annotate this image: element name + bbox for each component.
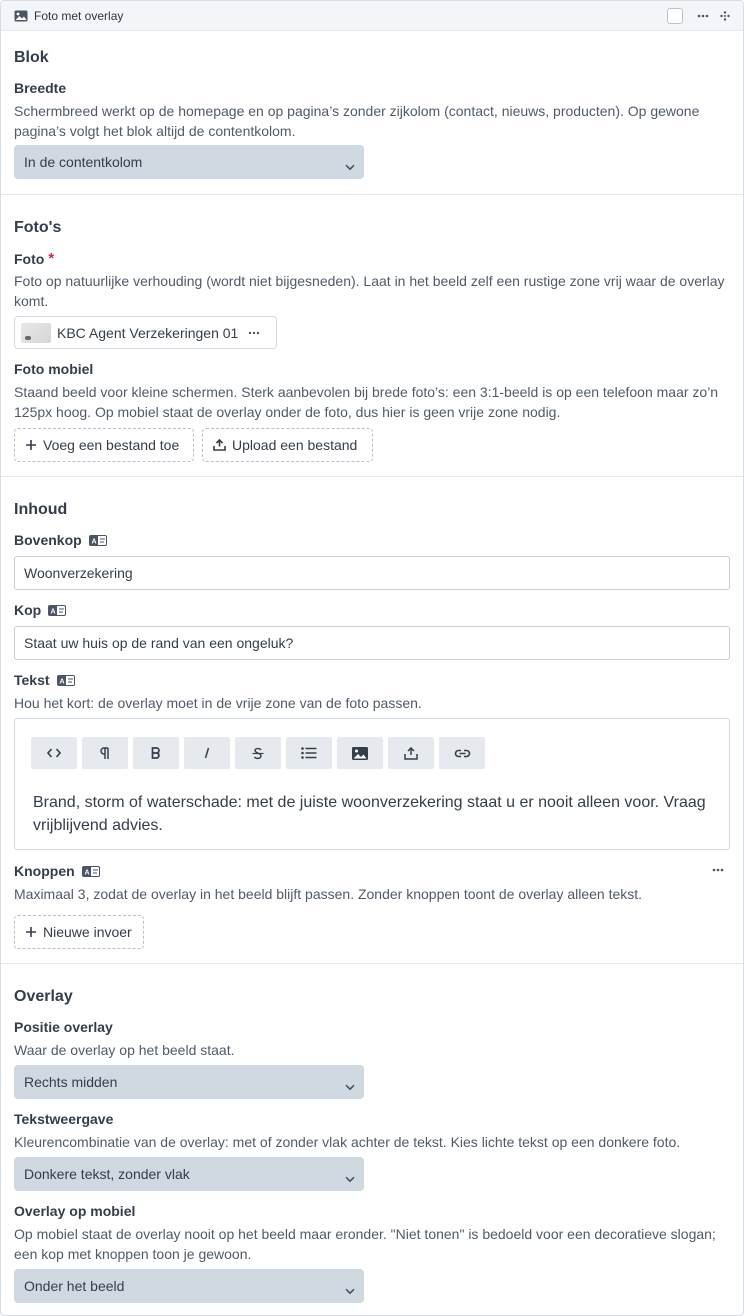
svg-text:A: A [51,608,56,615]
field-help: Kleurencombinatie van de overlay: met of… [14,1134,681,1150]
section-heading: Foto's [14,219,62,236]
select-value: In de contentkolom [24,154,143,170]
new-entry-button[interactable]: Nieuwe invoer [14,915,144,949]
chevron-down-icon [345,1170,355,1183]
input-value: Staat uw huis op de rand van een ongeluk… [24,635,294,651]
field-help: Maximaal 3, zodat de overlay in het beel… [14,886,643,902]
rich-text-editor[interactable]: Brand, storm of waterschade: met de juis… [14,718,730,850]
button-label: Upload een bestand [232,437,358,453]
translate-icon: A [81,865,100,877]
move-handle-icon[interactable] [717,8,733,24]
field-label-text: Positie overlay [14,1019,113,1035]
field-label-kop: Kop A [14,602,67,618]
field-label-text: Tekstweergave [14,1111,114,1127]
link-button[interactable] [439,737,485,769]
button-label: Voeg een bestand toe [43,437,180,453]
bovenkop-input[interactable]: Woonverzekering [14,556,730,590]
field-help: Staand beeld voor kleine schermen. Sterk… [14,384,719,420]
select-value: Onder het beeld [24,1278,125,1294]
kop-input[interactable]: Staat uw huis op de rand van een ongeluk… [14,626,730,660]
section-inhoud: Inhoud Bovenkop A Woonverzekering Kop A … [1,477,743,964]
tekstweergave-select[interactable]: Donkere tekst, zonder vlak [14,1157,364,1191]
field-label-text: Knoppen [14,863,75,879]
section-heading: Blok [14,49,49,66]
svg-text:A: A [91,538,96,545]
select-value: Donkere tekst, zonder vlak [24,1166,190,1182]
field-label-foto: Foto * [14,250,54,267]
translate-icon: A [48,604,67,616]
editor-toolbar [31,737,490,769]
upload-file-button[interactable]: Upload een bestand [202,428,373,462]
plus-icon [25,439,37,451]
chevron-down-icon [345,1282,355,1295]
field-label-text: Bovenkop [14,532,82,548]
field-label-text: Overlay op mobiel [14,1203,136,1219]
field-label-knoppen: Knoppen A [14,863,100,879]
svg-text:A: A [84,869,89,876]
field-label-text: Foto [14,250,45,267]
foto-mobiel-actions: Voeg een bestand toe Upload een bestand [14,428,373,462]
chevron-down-icon [345,1078,355,1091]
plus-icon [25,926,37,938]
translate-icon: A [88,534,107,546]
more-icon[interactable] [712,868,724,872]
block-panel: Foto met overlay Blok Breedte Schermbree… [0,0,744,1316]
field-label-text: Foto mobiel [14,361,94,377]
bold-button[interactable] [133,737,179,769]
select-value: Rechts midden [24,1074,118,1090]
field-help: Hou het kort: de overlay moet in de vrij… [14,695,422,711]
positie-select[interactable]: Rechts midden [14,1065,364,1099]
field-label-tekstweergave: Tekstweergave [14,1111,113,1127]
more-icon[interactable] [248,331,260,335]
section-blok: Blok Breedte Schermbreed werkt op de hom… [1,31,743,195]
image-icon [14,10,28,22]
select-checkbox[interactable] [667,7,683,24]
field-label-breedte: Breedte [14,80,66,96]
field-label-tekst: Tekst A [14,672,75,688]
upload-icon [213,439,226,451]
section-heading: Inhoud [14,501,68,518]
button-label: Nieuwe invoer [43,924,132,940]
bullet-list-button[interactable] [286,737,332,769]
field-label-positie: Positie overlay [14,1019,113,1035]
field-label-text: Tekst [14,672,50,688]
field-label-text: Breedte [14,80,67,96]
chevron-down-icon [345,158,355,171]
more-icon[interactable] [695,8,711,24]
file-chip[interactable]: KBC Agent Verzekeringen 01 [14,316,277,349]
add-file-button[interactable]: Voeg een bestand toe [14,428,194,462]
field-help: Foto op natuurlijke verhouding (wordt ni… [14,273,725,309]
svg-text:A: A [59,678,64,685]
field-help: Op mobiel staat de overlay nooit op het … [14,1226,716,1262]
upload-button[interactable] [388,737,434,769]
field-label-overlay-mobiel: Overlay op mobiel [14,1203,135,1219]
insert-image-button[interactable] [337,737,383,769]
field-help: Schermbreed werkt op de homepage en op p… [14,103,700,139]
section-heading: Overlay [14,988,73,1005]
block-title: Foto met overlay [34,8,124,23]
file-name: KBC Agent Verzekeringen 01 [57,324,239,341]
section-overlay: Overlay Positie overlay Waar de overlay … [1,964,743,1315]
paragraph-button[interactable] [82,737,128,769]
field-help: Waar de overlay op het beeld staat. [14,1042,235,1058]
field-label-foto-mobiel: Foto mobiel [14,361,93,377]
code-button[interactable] [31,737,77,769]
input-value: Woonverzekering [24,565,133,581]
file-thumbnail [21,322,51,343]
section-fotos: Foto's Foto * Foto op natuurlijke verhou… [1,195,743,477]
italic-button[interactable] [184,737,230,769]
block-titlebar: Foto met overlay [1,1,743,31]
overlay-mobiel-select[interactable]: Onder het beeld [14,1269,364,1303]
strikethrough-button[interactable] [235,737,281,769]
required-marker: * [48,250,55,267]
breedte-select[interactable]: In de contentkolom [14,145,364,179]
editor-content[interactable]: Brand, storm of waterschade: met de juis… [33,791,713,837]
field-label-text: Kop [14,602,42,618]
translate-icon: A [56,674,75,686]
field-label-bovenkop: Bovenkop A [14,532,107,548]
